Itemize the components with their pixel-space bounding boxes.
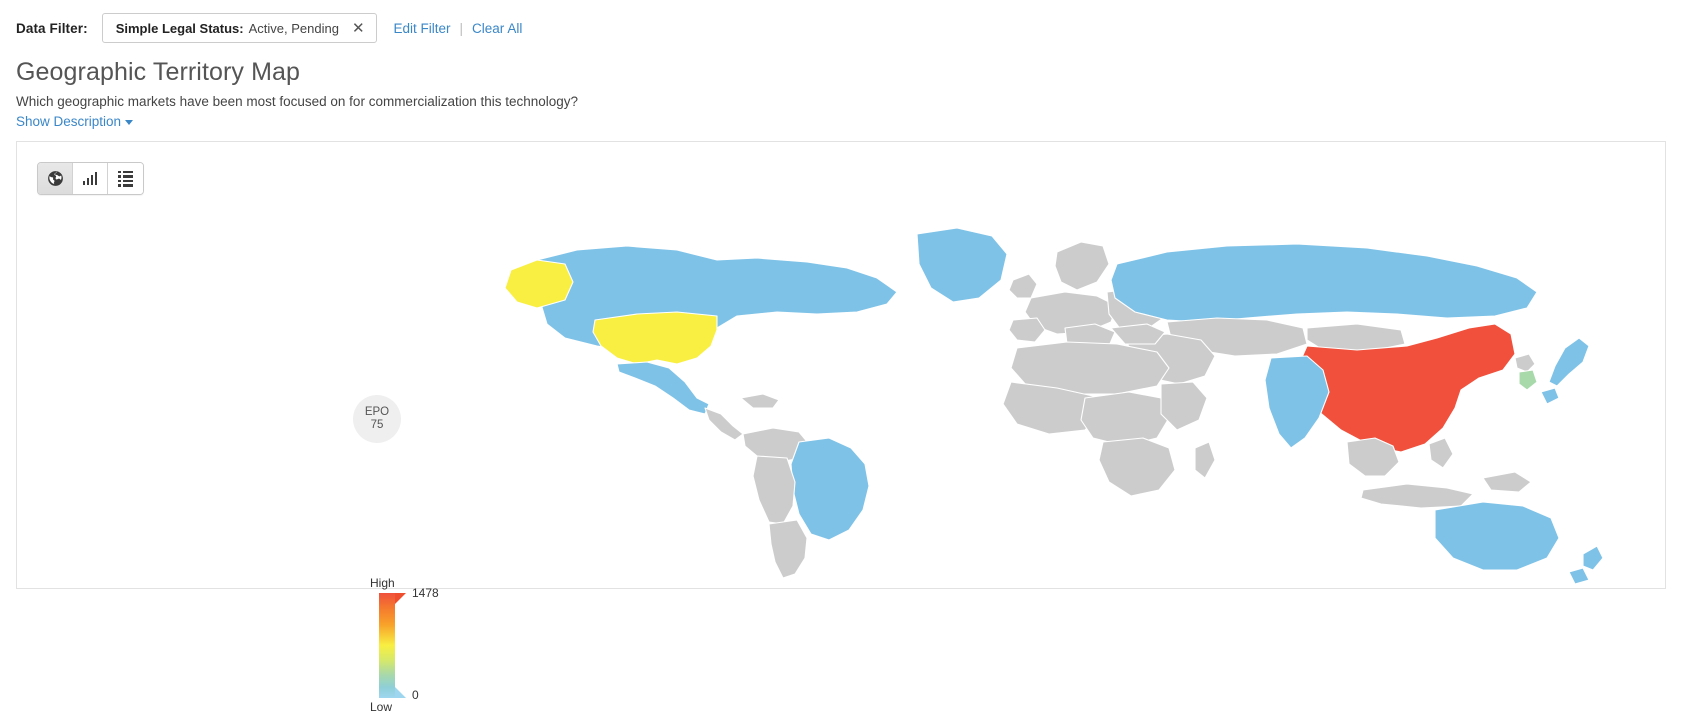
world-map-svg	[504, 227, 1604, 585]
page-title: Geographic Territory Map	[16, 58, 301, 86]
region-caribbean	[740, 393, 780, 409]
show-description-label: Show Description	[16, 114, 122, 129]
region-japan-kyushu	[1540, 387, 1560, 405]
region-mexico	[616, 361, 710, 415]
show-description-toggle[interactable]: Show Description	[16, 114, 134, 129]
region-indonesia	[1360, 483, 1474, 509]
region-iberia	[1008, 317, 1046, 343]
page-subtitle: Which geographic markets have been most …	[16, 94, 579, 109]
chevron-down-icon	[125, 119, 134, 125]
filter-chip-simple-legal-status[interactable]: Simple Legal Status: Active, Pending ✕	[101, 13, 377, 43]
region-india	[1264, 355, 1330, 449]
region-east-africa	[1160, 381, 1208, 431]
region-brazil	[790, 437, 870, 541]
region-south-korea	[1518, 369, 1538, 391]
region-new-zealand	[1582, 545, 1604, 571]
region-uk-ireland	[1008, 273, 1038, 299]
legend-gradient-bar	[379, 593, 395, 698]
legend-max-pointer-icon	[395, 593, 406, 604]
clear-all-link[interactable]: Clear All	[472, 21, 522, 36]
data-filter-label: Data Filter:	[16, 20, 88, 36]
legend-min-pointer-icon	[395, 687, 406, 698]
region-united-states	[592, 311, 718, 365]
filter-chip-value: Active, Pending	[248, 20, 339, 36]
map-legend: High 1478 0 Low	[370, 576, 502, 716]
world-choropleth-map[interactable]: EPO 75 High 1478 0 Low	[17, 142, 1665, 714]
filter-actions: Edit Filter | Clear All	[394, 21, 523, 36]
region-argentina-chile	[768, 519, 808, 579]
region-papua-new-guinea	[1482, 471, 1532, 493]
close-icon[interactable]: ✕	[352, 21, 365, 36]
region-alaska	[504, 259, 574, 309]
filter-chip-key: Simple Legal Status:	[115, 20, 244, 36]
epo-bubble-count: 75	[370, 419, 384, 431]
epo-bubble-code: EPO	[364, 405, 390, 418]
epo-bubble-marker[interactable]: EPO 75	[353, 395, 401, 443]
region-australia	[1434, 501, 1560, 571]
region-greenland	[916, 227, 1008, 303]
legend-min-value: 0	[412, 688, 419, 702]
region-philippines	[1428, 437, 1454, 469]
legend-max-value: 1478	[412, 586, 439, 600]
region-japan	[1548, 337, 1590, 387]
region-central-africa	[1080, 391, 1170, 447]
region-turkey	[1110, 323, 1166, 345]
legend-low-label: Low	[370, 700, 393, 714]
region-north-korea	[1514, 353, 1536, 373]
legend-high-label: High	[370, 576, 395, 590]
filter-separator: |	[459, 20, 464, 36]
map-panel: EPO 75 High 1478 0 Low	[16, 141, 1666, 714]
data-filter-bar: Data Filter: Simple Legal Status: Active…	[16, 12, 522, 44]
region-madagascar	[1194, 441, 1216, 479]
region-new-zealand-south	[1568, 567, 1590, 585]
region-scandinavia	[1054, 241, 1110, 291]
region-russia	[1110, 243, 1538, 323]
edit-filter-link[interactable]: Edit Filter	[394, 21, 451, 36]
region-canada	[536, 245, 898, 353]
region-central-america	[704, 407, 744, 441]
region-southern-africa	[1098, 437, 1176, 497]
region-peru-bolivia	[752, 455, 796, 525]
